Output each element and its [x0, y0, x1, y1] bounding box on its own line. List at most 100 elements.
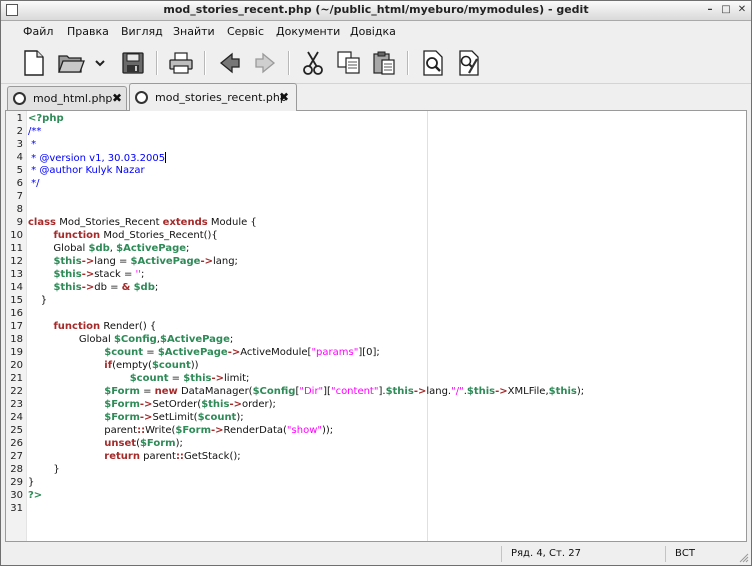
code-token: SetOrder(	[152, 399, 202, 410]
code-token: * @author Kulyk Nazar	[28, 165, 145, 176]
code-token: Module {	[207, 217, 257, 228]
line-number: 10	[10, 230, 23, 241]
code-token: stack =	[94, 269, 136, 280]
cut-icon[interactable]	[299, 49, 327, 77]
forward-arrow-icon[interactable]	[251, 49, 279, 77]
open-folder-icon[interactable]	[57, 49, 85, 77]
code-token: extends	[162, 217, 208, 228]
line-number: 20	[10, 360, 23, 371]
code-token: ->	[139, 399, 153, 410]
menu-tools[interactable]: Сервіс	[227, 25, 264, 38]
menu-search[interactable]: Знайти	[173, 25, 215, 38]
code-token: ->	[81, 256, 95, 267]
code-token: *	[28, 139, 37, 150]
code-token: ->	[211, 373, 225, 384]
print-icon[interactable]	[167, 49, 195, 77]
paste-icon[interactable]	[370, 49, 398, 77]
code-line: * @author Kulyk Nazar	[28, 165, 145, 176]
line-number: 25	[10, 425, 23, 436]
code-line: $Form = new DataManager($Config["Dir"]["…	[28, 386, 584, 397]
back-arrow-icon[interactable]	[216, 49, 244, 77]
code-token: ));	[321, 425, 334, 436]
line-number: 23	[10, 399, 23, 410]
tab-mod-html[interactable]: mod_html.php ✖	[7, 86, 127, 110]
close-window-button[interactable]: ✕	[735, 3, 749, 17]
code-token: Render() {	[100, 321, 157, 332]
title-bar[interactable]: mod_stories_recent.php (~/public_html/my…	[1, 1, 751, 21]
line-number: 31	[10, 503, 23, 514]
line-number: 2	[16, 126, 23, 137]
dropdown-arrow-icon[interactable]	[89, 49, 111, 77]
code-token: $Form	[175, 425, 211, 436]
new-document-icon[interactable]	[20, 49, 48, 77]
window-title: mod_stories_recent.php (~/public_html/my…	[163, 3, 589, 16]
code-token: function	[53, 321, 101, 332]
resize-grip-icon[interactable]	[737, 551, 749, 563]
close-tab-icon[interactable]: ✖	[279, 90, 289, 104]
code-token: return	[104, 451, 140, 462]
menu-bar: Файл Правка Вигляд Знайти Сервіс Докумен…	[1, 21, 751, 43]
code-token: $db	[88, 243, 110, 254]
code-editor[interactable]: 1 2 3 4 5 6 7 8 9 10 11 12 13 14 15 16 17 18 19 20 21 22 23 24 2…	[5, 110, 747, 542]
close-tab-icon[interactable]: ✖	[112, 91, 122, 105]
code-token: "params"	[311, 347, 359, 358]
code-token: ;	[154, 282, 159, 293]
document-tabs: mod_html.php ✖ mod_stories_recent.php ✖	[1, 83, 751, 111]
menu-view[interactable]: Вигляд	[121, 25, 163, 38]
code-token: ][0];	[358, 347, 380, 358]
code-line: */	[28, 178, 39, 189]
code-token: ::	[137, 425, 146, 436]
line-number: 30	[10, 490, 23, 501]
code-line: $this->stack = '';	[28, 269, 144, 280]
line-number: 24	[10, 412, 23, 423]
code-token: "content"	[330, 386, 379, 397]
menu-file[interactable]: Файл	[23, 25, 53, 38]
code-token: Mod_Stories_Recent	[56, 217, 163, 228]
text-cursor	[165, 152, 167, 163]
save-icon[interactable]	[119, 49, 147, 77]
line-number: 3	[16, 139, 23, 150]
code-line: class Mod_Stories_Recent extends Module …	[28, 217, 257, 228]
code-token: ->	[229, 399, 242, 410]
tab-mod-stories-recent[interactable]: mod_stories_recent.php ✖	[129, 83, 297, 111]
find-icon[interactable]	[419, 49, 447, 77]
minimize-button[interactable]: –	[703, 3, 717, 17]
status-divider	[665, 546, 666, 562]
replace-icon[interactable]	[455, 49, 483, 77]
code-line: <?php	[28, 113, 64, 124]
code-token: new	[154, 386, 178, 397]
code-token: ;	[141, 269, 145, 280]
code-token: class	[28, 217, 57, 228]
code-token: $this	[201, 399, 230, 410]
line-number: 16	[10, 308, 23, 319]
code-token: =	[168, 373, 184, 384]
menu-help[interactable]: Довідка	[350, 25, 396, 38]
line-number: 21	[10, 373, 23, 384]
code-line: ?>	[28, 490, 42, 501]
php-file-icon	[13, 92, 26, 105]
code-token: }	[28, 464, 60, 475]
code-token: DataManager(	[177, 386, 253, 397]
code-token: "/"	[451, 386, 464, 397]
copy-icon[interactable]	[335, 49, 363, 77]
code-token: if	[104, 360, 113, 371]
cursor-position: Ряд. 4, Ст. 27	[511, 548, 581, 559]
code-token: parent	[139, 451, 176, 462]
line-number-gutter: 1 2 3 4 5 6 7 8 9 10 11 12 13 14 15 16 17 18 19 20 21 22 23 24 2…	[6, 111, 27, 541]
insert-mode: ВСТ	[675, 548, 695, 559]
maximize-button[interactable]: □	[719, 3, 733, 17]
code-token: SetLimit(	[152, 412, 198, 423]
menu-documents[interactable]: Документи	[276, 25, 340, 38]
code-token: =	[139, 386, 155, 397]
code-line: $Form->SetLimit($count);	[28, 412, 243, 423]
code-token: ->	[413, 386, 427, 397]
code-token: }	[28, 477, 35, 488]
code-line: * @version v1, 30.03.2005	[28, 152, 167, 164]
code-line: $count = $ActivePage->ActiveModule["para…	[28, 347, 380, 358]
menu-edit[interactable]: Правка	[67, 25, 109, 38]
code-line: $this->db = & $db;	[28, 282, 158, 293]
